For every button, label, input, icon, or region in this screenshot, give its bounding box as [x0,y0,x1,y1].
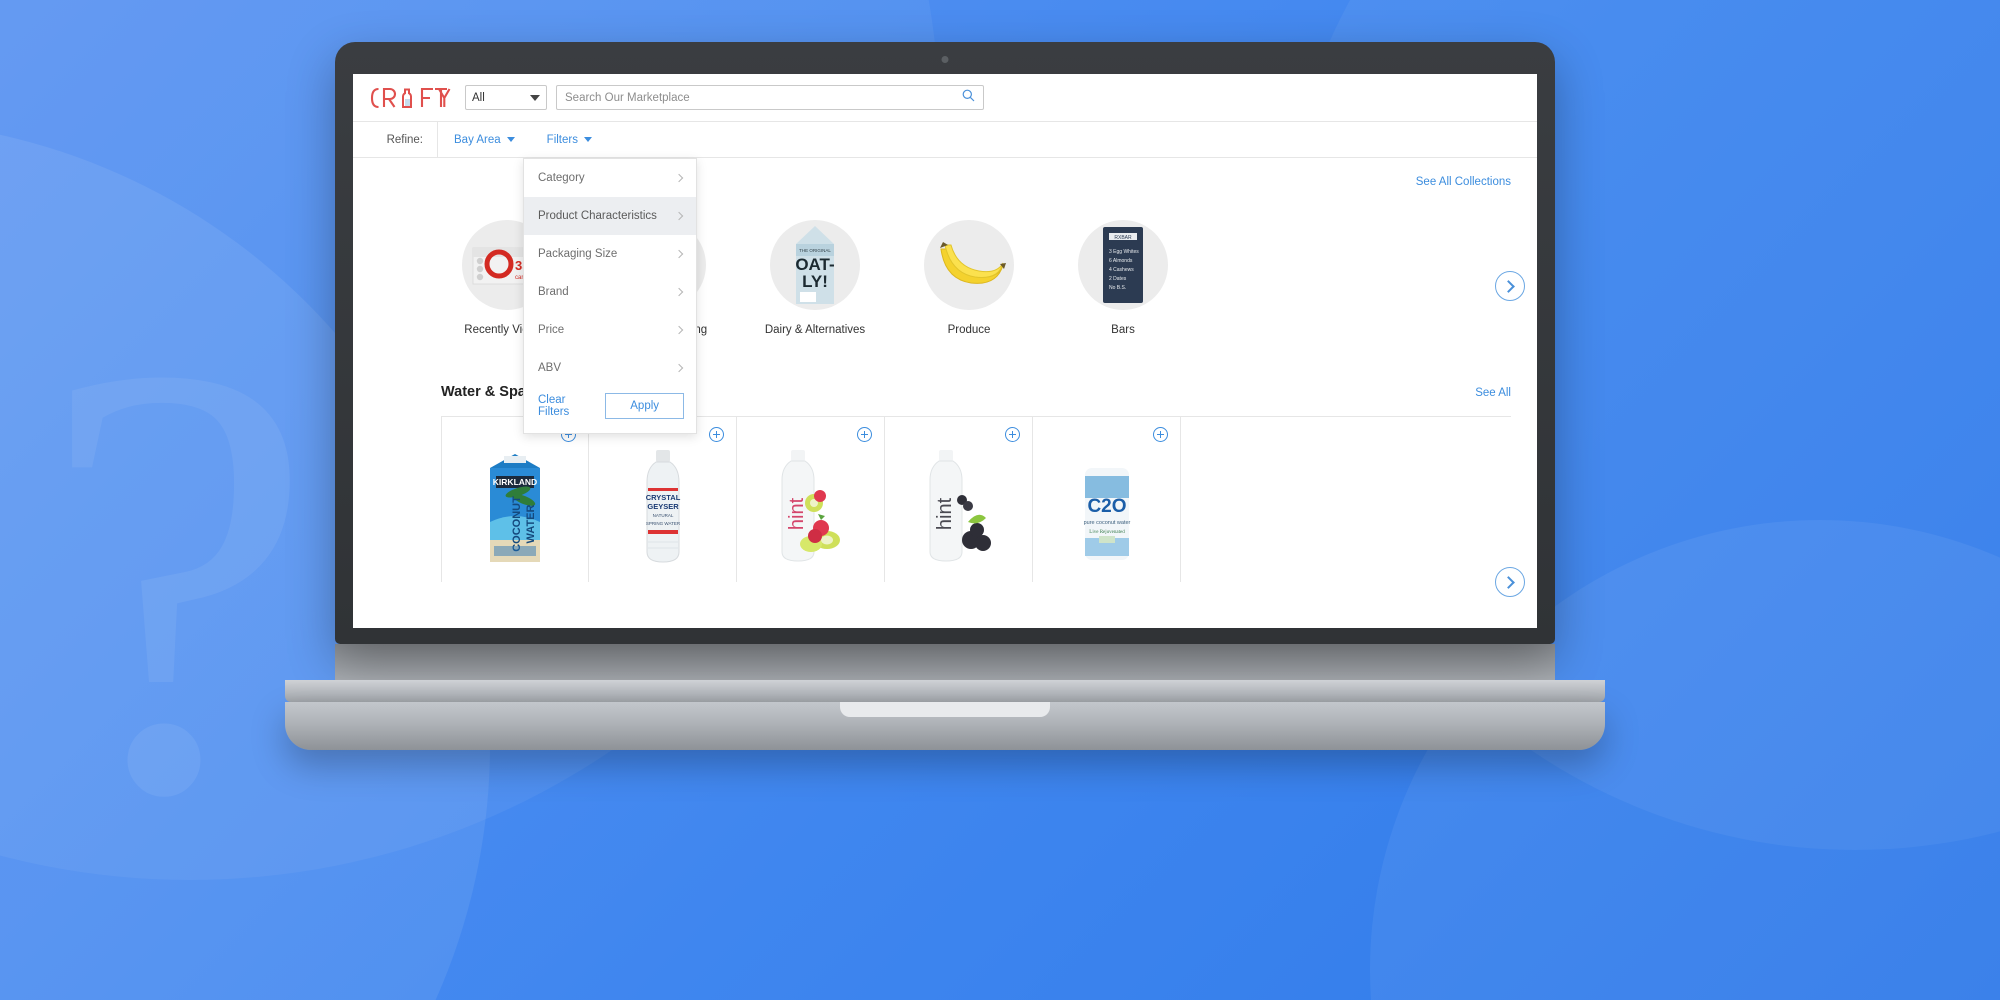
crafty-logo[interactable] [369,83,451,113]
chevron-down-icon [506,137,515,142]
refine-button-label: Filters [546,133,578,146]
svg-text:SPRING WATER: SPRING WATER [645,521,680,526]
svg-text:pure coconut water: pure coconut water [1083,520,1130,526]
webcam-icon [941,56,949,63]
svg-text:NATURAL: NATURAL [652,513,673,518]
svg-text:2 Dates: 2 Dates [1109,276,1127,282]
products-next-button[interactable] [1495,567,1525,597]
search-bar[interactable] [556,85,984,110]
filters-dropdown-menu: Category Product Characteristics Packagi… [523,158,697,434]
chevron-down-icon [530,94,540,101]
chevron-right-icon [674,363,684,373]
filter-menu-item-label: Product Characteristics [538,210,657,222]
refine-button-filters[interactable]: Filters [531,122,608,157]
chevron-right-icon [674,287,684,297]
svg-text:No B.S.: No B.S. [1109,285,1126,291]
svg-text:COCONUT: COCONUT [511,495,523,551]
svg-text:CRYSTAL: CRYSTAL [645,493,680,502]
category-select[interactable]: All [465,85,547,110]
svg-text:4 Cashews: 4 Cashews [1109,267,1134,273]
chevron-right-icon [1502,575,1515,589]
product-card[interactable]: KIRKLAND COCONUT WATER [441,417,589,582]
svg-text:C2O: C2O [1087,496,1126,517]
background-decoration: ? [40,237,316,923]
svg-text:THE ORIGINAL: THE ORIGINAL [799,248,831,253]
collection-item-bars[interactable]: RXBAR 3 Egg Whites 6 Almonds 4 Cashews 2 D… [1057,220,1189,336]
product-image: hint [761,436,861,564]
collection-label: Bars [1111,324,1135,336]
chevron-right-icon [674,249,684,259]
svg-text:hint: hint [934,497,956,530]
chevron-down-icon [583,137,592,142]
chevron-right-icon [1502,279,1515,293]
collection-label: Produce [947,324,991,336]
section-see-all-link[interactable]: See All [1475,387,1511,399]
svg-text:RXBAR: RXBAR [1114,235,1132,241]
product-image: C2O pure coconut water Live Rejuvenated [1057,436,1157,564]
category-select-value: All [472,91,485,104]
laptop-keyboard-deck [335,644,1555,680]
filter-menu-item-category[interactable]: Category [524,159,696,197]
laptop-screen: All Refine: Bay Area [353,74,1537,628]
product-image: hint [909,436,1009,564]
svg-text:hint: hint [786,497,808,530]
chevron-right-icon [674,211,684,221]
see-all-collections-link[interactable]: See All Collections [1416,176,1511,188]
svg-text:3 Egg Whites: 3 Egg Whites [1109,249,1139,255]
refine-bar: Refine: Bay Area Filters [353,122,1537,158]
svg-text:Live Rejuvenated: Live Rejuvenated [1089,530,1125,535]
refine-label: Refine: [353,122,438,157]
product-card[interactable]: hint [737,417,885,582]
refine-button-label: Bay Area [454,133,501,146]
filter-menu-item-label: Category [538,172,585,184]
svg-text:LY!: LY! [802,272,828,291]
collection-item-dairy-alternatives[interactable]: THE ORIGINAL OAT- LY! Dairy & Alternativ… [749,220,881,336]
filter-menu-item-brand[interactable]: Brand [524,273,696,311]
apply-filters-button[interactable]: Apply [605,393,684,419]
collection-thumbnail [924,220,1014,310]
product-row: KIRKLAND COCONUT WATER CRYSTAL GEYSER NA… [441,416,1511,582]
collections-next-button[interactable] [1495,271,1525,301]
product-card[interactable]: CRYSTAL GEYSER NATURAL SPRING WATER [589,417,737,582]
chevron-right-icon [674,325,684,335]
laptop-lid: All Refine: Bay Area [335,42,1555,644]
plus-circle-icon[interactable] [1153,427,1168,442]
refine-button-bay-area[interactable]: Bay Area [438,122,531,157]
product-image: CRYSTAL GEYSER NATURAL SPRING WATER [613,436,713,564]
svg-text:WATER: WATER [525,504,537,543]
svg-text:GEYSER: GEYSER [647,502,679,511]
laptop-trackpad-notch [840,702,1050,717]
search-icon[interactable] [962,89,975,107]
filter-menu-item-abv[interactable]: ABV [524,349,696,387]
laptop-base [285,702,1605,750]
svg-text:6 Almonds: 6 Almonds [1109,258,1133,264]
chevron-right-icon [674,173,684,183]
laptop-mockup: All Refine: Bay Area [285,42,1605,750]
collection-thumbnail: RXBAR 3 Egg Whites 6 Almonds 4 Cashews 2 D… [1078,220,1168,310]
product-card[interactable]: hint [885,417,1033,582]
main-content: See All Collections 35 cans [353,158,1537,627]
filter-menu-item-packaging-size[interactable]: Packaging Size [524,235,696,273]
plus-circle-icon[interactable] [857,427,872,442]
plus-circle-icon[interactable] [709,427,724,442]
filter-menu-item-label: Brand [538,286,569,298]
laptop-hinge [285,680,1605,702]
filter-menu-item-product-characteristics[interactable]: Product Characteristics [524,197,696,235]
collection-item-produce[interactable]: Produce [903,220,1035,336]
collection-label: Dairy & Alternatives [764,324,866,336]
filter-menu-item-label: ABV [538,362,562,374]
site-header: All [353,74,1537,122]
plus-circle-icon[interactable] [1005,427,1020,442]
filter-menu-item-price[interactable]: Price [524,311,696,349]
collection-thumbnail: THE ORIGINAL OAT- LY! [770,220,860,310]
filter-menu-item-label: Price [538,324,565,336]
filter-menu-item-label: Packaging Size [538,248,618,260]
product-image: KIRKLAND COCONUT WATER [465,436,565,564]
svg-text:KIRKLAND: KIRKLAND [493,477,537,487]
product-card[interactable]: C2O pure coconut water Live Rejuvenated [1033,417,1181,582]
search-input[interactable] [565,91,962,104]
clear-filters-link[interactable]: Clear Filters [538,394,593,418]
filters-menu-actions: Clear Filters Apply [524,387,696,433]
